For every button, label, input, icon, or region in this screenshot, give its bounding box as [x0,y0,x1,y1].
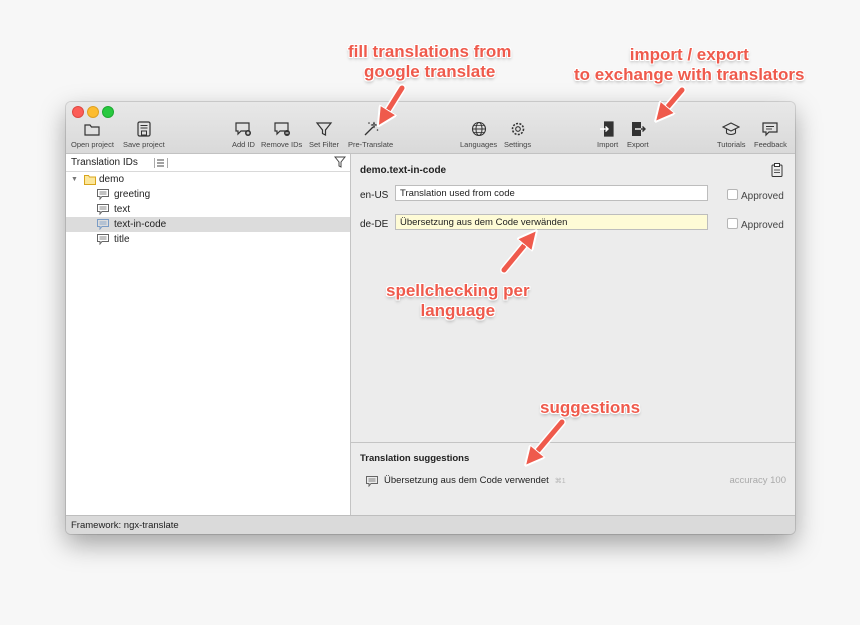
arrow-spellchecking [500,236,532,274]
arrow-suggestions [530,418,566,460]
arrow-pre-translate [382,84,406,120]
callout-arrows [0,84,686,625]
arrow-export [660,86,686,116]
